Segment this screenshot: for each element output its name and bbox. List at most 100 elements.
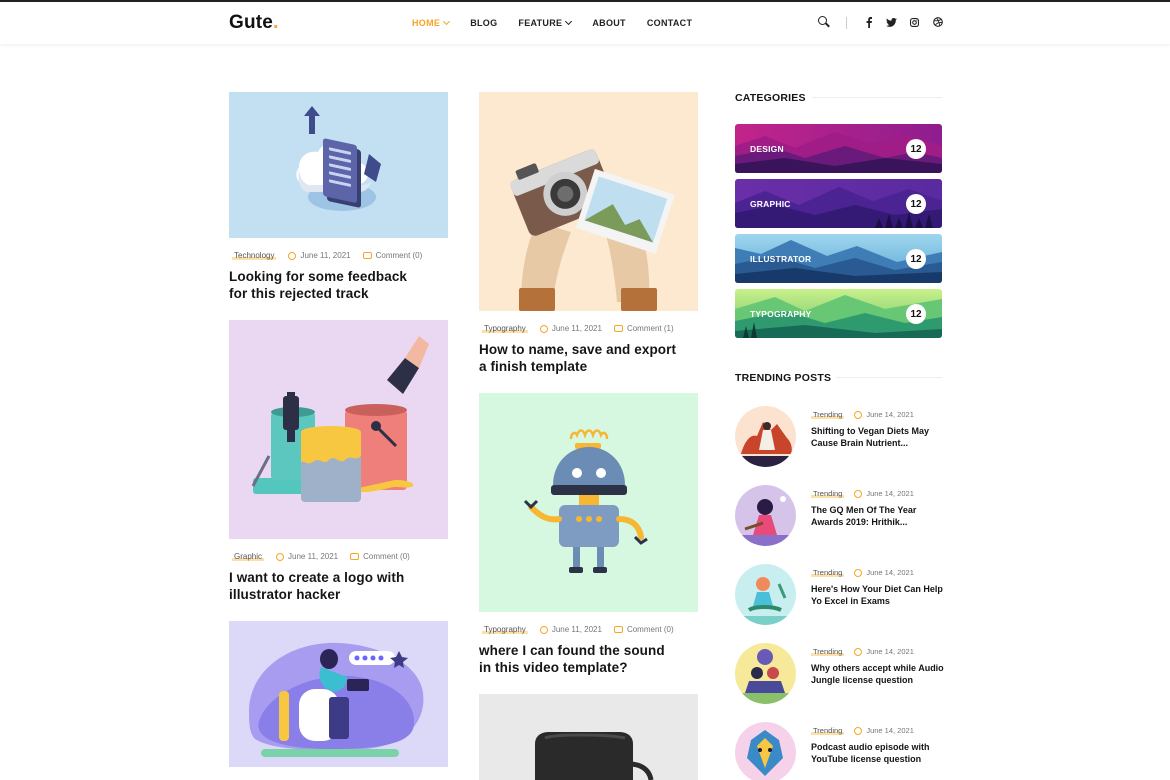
trending-post[interactable]: Trending June 14, 2021 Here's How Your Di… [735, 564, 945, 628]
nav-about[interactable]: ABOUT [592, 18, 626, 28]
comment-icon [613, 325, 623, 332]
nav-blog[interactable]: BLOG [470, 18, 497, 28]
clock-icon [854, 410, 863, 419]
post-date: June 11, 2021 [288, 552, 339, 561]
post-date: June 11, 2021 [551, 324, 602, 333]
trending-category[interactable]: Trending [811, 568, 845, 577]
heading-rule [812, 97, 942, 98]
trending-category[interactable]: Trending [811, 726, 845, 735]
instagram-icon[interactable] [908, 15, 921, 29]
main-nav: HOME BLOG FEATURE ABOUT CONTACT [412, 2, 713, 44]
post-category[interactable]: Typography [482, 324, 528, 333]
trending-meta: Trending June 14, 2021 [811, 489, 914, 498]
category-card-illustrator[interactable]: ILLUSTRATOR 12 [735, 234, 942, 283]
post-date: June 11, 2021 [551, 625, 602, 634]
logo-text: Gute [229, 12, 274, 33]
category-name: ILLUSTRATOR [750, 254, 812, 264]
category-name: TYPOGRAPHY [750, 309, 812, 319]
site-logo[interactable]: Gute. [229, 12, 279, 34]
post-title[interactable]: where I can found the sound in this video… [479, 642, 701, 676]
trending-post[interactable]: Trending June 14, 2021 Why others accept … [735, 643, 945, 707]
post-thumbnail-vr-headset[interactable] [479, 694, 698, 780]
category-count: 12 [906, 194, 926, 214]
post-thumbnail-typography[interactable] [479, 92, 698, 311]
category-count: 12 [906, 304, 926, 324]
chevron-down-icon [443, 17, 451, 26]
trending-post[interactable]: Trending June 14, 2021 The GQ Men Of The … [735, 485, 945, 549]
trending-title[interactable]: Shifting to Vegan Diets May Cause Brain … [811, 425, 947, 449]
heading-rule [836, 377, 942, 378]
post-category[interactable]: Technology [232, 251, 277, 260]
trending-date: June 14, 2021 [866, 726, 914, 735]
comment-icon [362, 252, 372, 259]
trending-thumbnail [735, 643, 796, 704]
trending-date: June 14, 2021 [866, 647, 914, 656]
trending-thumbnail [735, 722, 796, 780]
category-name: GRAPHIC [750, 199, 791, 209]
trending-title[interactable]: The GQ Men Of The Year Awards 2019: Hrit… [811, 504, 947, 528]
clock-icon [854, 726, 863, 735]
post-title[interactable]: I want to create a logo with illustrator … [229, 569, 449, 603]
trending-heading: TRENDING POSTS [735, 372, 832, 384]
search-icon[interactable] [818, 16, 830, 28]
post-title[interactable]: How to name, save and export a finish tem… [479, 341, 701, 375]
clock-icon [288, 251, 297, 260]
post-meta: Graphic June 11, 2021 Comment (0) [232, 552, 410, 561]
trending-post[interactable]: Trending June 14, 2021 Shifting to Vegan … [735, 406, 945, 470]
post-thumbnail-robot[interactable] [479, 393, 698, 612]
twitter-icon[interactable] [885, 15, 898, 29]
trending-title[interactable]: Here's How Your Diet Can Help Yo Excel i… [811, 583, 947, 607]
category-card-design[interactable]: DESIGN 12 [735, 124, 942, 173]
categories-heading: CATEGORIES [735, 92, 806, 104]
post-comments[interactable]: Comment (0) [363, 552, 410, 561]
trending-category[interactable]: Trending [811, 489, 845, 498]
post-thumbnail-graphic[interactable] [229, 320, 448, 539]
clock-icon [276, 552, 285, 561]
clock-icon [539, 324, 548, 333]
clock-icon [854, 489, 863, 498]
nav-feature[interactable]: FEATURE [518, 17, 573, 28]
clock-icon [854, 568, 863, 577]
clock-icon [539, 625, 548, 634]
trending-date: June 14, 2021 [866, 568, 914, 577]
trending-meta: Trending June 14, 2021 [811, 568, 914, 577]
category-card-graphic[interactable]: GRAPHIC 12 [735, 179, 942, 228]
trending-title[interactable]: Podcast audio episode with YouTube licen… [811, 741, 947, 765]
post-meta: Typography June 11, 2021 Comment (1) [482, 324, 674, 333]
trending-thumbnail [735, 485, 796, 546]
trending-date: June 14, 2021 [866, 489, 914, 498]
category-count: 12 [906, 139, 926, 159]
post-thumbnail-technology[interactable] [229, 92, 448, 238]
dribbble-icon[interactable] [931, 15, 944, 29]
nav-home[interactable]: HOME [412, 17, 451, 28]
nav-contact[interactable]: CONTACT [647, 18, 692, 28]
trending-meta: Trending June 14, 2021 [811, 726, 914, 735]
social-links [862, 15, 954, 29]
trending-meta: Trending June 14, 2021 [811, 647, 914, 656]
trending-meta: Trending June 14, 2021 [811, 410, 914, 419]
post-category[interactable]: Graphic [232, 552, 265, 561]
trending-category[interactable]: Trending [811, 647, 845, 656]
logo-dot: . [273, 12, 279, 33]
category-card-typography[interactable]: TYPOGRAPHY 12 [735, 289, 942, 338]
site-header: Gute. HOME BLOG FEATURE ABOUT CONTACT [0, 2, 1170, 44]
category-count: 12 [906, 249, 926, 269]
post-meta: Typography June 11, 2021 Comment (0) [482, 625, 674, 634]
post-thumbnail-illustration[interactable] [229, 621, 448, 767]
trending-thumbnail [735, 406, 796, 467]
post-comments[interactable]: Comment (0) [376, 251, 423, 260]
comment-icon [350, 553, 360, 560]
post-comments[interactable]: Comment (1) [627, 324, 674, 333]
comment-icon [613, 626, 623, 633]
trending-category[interactable]: Trending [811, 410, 845, 419]
post-comments[interactable]: Comment (0) [627, 625, 674, 634]
chevron-down-icon [565, 17, 573, 26]
trending-title[interactable]: Why others accept while Audio Jungle lic… [811, 662, 947, 686]
facebook-icon[interactable] [862, 15, 875, 29]
post-title[interactable]: Looking for some feedback for this reject… [229, 268, 449, 302]
post-category[interactable]: Typography [482, 625, 528, 634]
clock-icon [854, 647, 863, 656]
post-meta: Technology June 11, 2021 Comment (0) [232, 251, 422, 260]
trending-thumbnail [735, 564, 796, 625]
trending-post[interactable]: Trending June 14, 2021 Podcast audio epis… [735, 722, 945, 780]
